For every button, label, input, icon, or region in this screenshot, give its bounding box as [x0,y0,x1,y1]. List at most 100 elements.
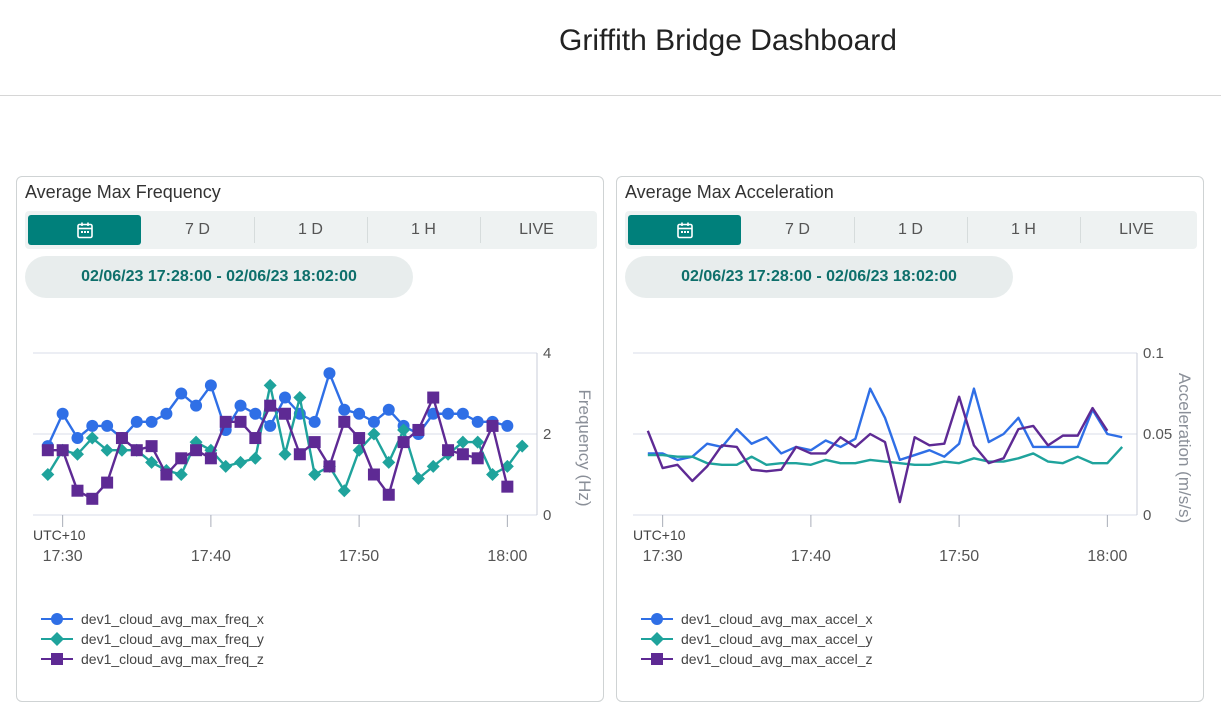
data-point-z [456,448,469,461]
data-point-x [323,367,336,380]
data-point-x [442,407,455,420]
x-tick-label: 17:30 [43,548,83,565]
frequency-chart: 0 2 4 17:30 17:40 17:50 18:00 UTC+10 Frequency (… [33,345,594,565]
data-point-z [367,468,380,481]
data-point-z [293,448,306,461]
data-point-x [160,407,173,420]
legend-item-y[interactable]: dev1_cloud_avg_max_freq_y [41,629,264,649]
legend-label: dev1_cloud_avg_max_accel_z [681,651,873,667]
data-point-z [204,452,217,465]
data-point-y [278,447,292,461]
data-point-y [486,468,500,481]
x-tick-label: 18:00 [1087,548,1127,565]
data-point-x [101,419,114,432]
data-point-z [323,460,336,473]
data-point-x [249,407,262,420]
y-tick-label: 0 [543,507,551,524]
data-point-z [471,452,484,465]
data-point-x [145,415,158,428]
data-point-y [174,468,188,481]
data-point-z [190,444,203,457]
x-tick-label: 17:50 [939,548,979,565]
series-line-z [646,395,1109,504]
data-point-z [397,436,410,449]
y-axis-title: Frequency (Hz) [575,389,594,506]
legend-item-z[interactable]: dev1_cloud_avg_max_accel_z [641,649,872,669]
data-point-z [160,468,173,481]
data-point-x [353,407,366,420]
data-point-z [486,419,499,432]
legend-circle-marker-icon [41,613,73,625]
data-point-x [234,399,247,412]
x-tick-label: 18:00 [487,548,527,565]
chart-legend: dev1_cloud_avg_max_freq_x dev1_cloud_avg… [41,609,264,669]
data-point-z [71,484,84,497]
timezone-label: UTC+10 [633,527,686,543]
y-tick-label: 0.1 [1143,345,1164,362]
data-point-z [234,415,247,428]
data-point-z [219,415,232,428]
y-tick-label: 2 [543,426,551,443]
data-point-z [338,415,351,428]
data-point-z [353,432,366,445]
x-tick-label: 17:40 [191,548,231,565]
data-point-z [427,391,440,404]
data-point-x [279,391,291,404]
data-point-z [308,436,321,449]
dashboard-header: Griffith Bridge Dashboard [0,0,1221,96]
legend-item-x[interactable]: dev1_cloud_avg_max_freq_x [41,609,264,629]
legend-label: dev1_cloud_avg_max_accel_y [681,631,873,647]
data-point-x [190,399,203,412]
data-point-z [56,444,69,457]
data-point-x [382,403,395,416]
data-point-z [501,480,514,493]
legend-square-marker-icon [641,653,673,665]
legend-circle-marker-icon [641,613,673,625]
data-point-z [442,444,455,457]
data-point-x [501,419,514,432]
data-point-z [175,452,188,465]
data-point-y [293,391,307,405]
data-point-y [308,468,322,481]
data-point-x [86,419,99,432]
x-tick-label: 17:40 [791,548,831,565]
x-tick-label: 17:30 [643,548,683,565]
data-point-y [382,455,396,469]
data-point-y [248,451,262,465]
data-point-y [337,484,351,498]
page-title: Griffith Bridge Dashboard [559,24,897,57]
data-point-x [367,415,380,428]
legend-label: dev1_cloud_avg_max_freq_y [81,631,264,647]
y-axis-title: Acceleration (m/s/s) [1175,373,1194,523]
legend-item-z[interactable]: dev1_cloud_avg_max_freq_z [41,649,264,669]
data-point-x [130,415,143,428]
data-point-x [204,379,217,392]
legend-label: dev1_cloud_avg_max_freq_z [81,651,264,667]
data-point-x [264,419,277,432]
legend-label: dev1_cloud_avg_max_freq_x [81,611,264,627]
data-point-z [382,488,395,501]
data-point-y [41,468,55,481]
data-point-x [71,432,84,445]
data-point-z [86,492,99,505]
data-point-z [41,444,54,457]
legend-item-x[interactable]: dev1_cloud_avg_max_accel_x [641,609,872,629]
data-point-z [145,440,158,453]
data-point-x [338,403,351,416]
data-point-z [412,423,425,436]
acceleration-chart: 0 0.05 0.1 17:30 17:40 17:50 18:00 UTC+10 Accele… [633,345,1194,565]
legend-label: dev1_cloud_avg_max_accel_x [681,611,873,627]
data-point-y [234,455,248,469]
data-point-z [264,399,277,412]
y-tick-label: 4 [543,345,551,362]
data-point-x [175,387,188,400]
legend-item-y[interactable]: dev1_cloud_avg_max_accel_y [641,629,872,649]
acceleration-panel: Average Max Acceleration 7 D 1 D 1 H LIV… [616,176,1204,702]
frequency-panel: Average Max Frequency 7 D 1 D 1 H LIVE 0… [16,176,604,702]
data-point-x [56,407,69,420]
data-point-z [115,432,128,445]
data-point-x [471,415,484,428]
data-point-z [279,407,291,420]
data-point-z [249,432,262,445]
chart-legend: dev1_cloud_avg_max_accel_x dev1_cloud_av… [641,609,872,669]
